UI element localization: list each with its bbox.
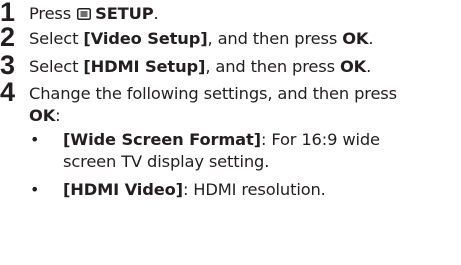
bullet-marker: • [30, 180, 40, 199]
step-number: 4 [0, 77, 16, 107]
step-number: 2 [0, 22, 16, 52]
instruction-steps: 1 Press SETUP. 2 Select [Video Setup], a… [0, 0, 461, 201]
step-text: Select [HDMI Setup], and then press OK. [29, 57, 372, 76]
step-number: 3 [0, 50, 16, 80]
step-1: 1 Press SETUP. [0, 0, 461, 26]
step-2: 2 Select [Video Setup], and then press O… [0, 22, 461, 53]
step-3: 3 Select [HDMI Setup], and then press OK… [0, 50, 461, 80]
step-text: Select [Video Setup], and then press OK. [29, 29, 374, 48]
step-text: Press SETUP. [29, 3, 159, 26]
list-item: • [Wide Screen Format]: For 16:9 wide scr… [30, 130, 380, 171]
settings-list: • [Wide Screen Format]: For 16:9 wide scr… [0, 129, 461, 201]
list-item: • [HDMI Video]: HDMI resolution. [30, 180, 326, 199]
bullet-marker: • [30, 130, 40, 149]
step-text: Change the following settings, and then … [29, 84, 397, 125]
step-4: 4 Change the following settings, and the… [0, 77, 461, 201]
setup-icon [77, 4, 92, 26]
